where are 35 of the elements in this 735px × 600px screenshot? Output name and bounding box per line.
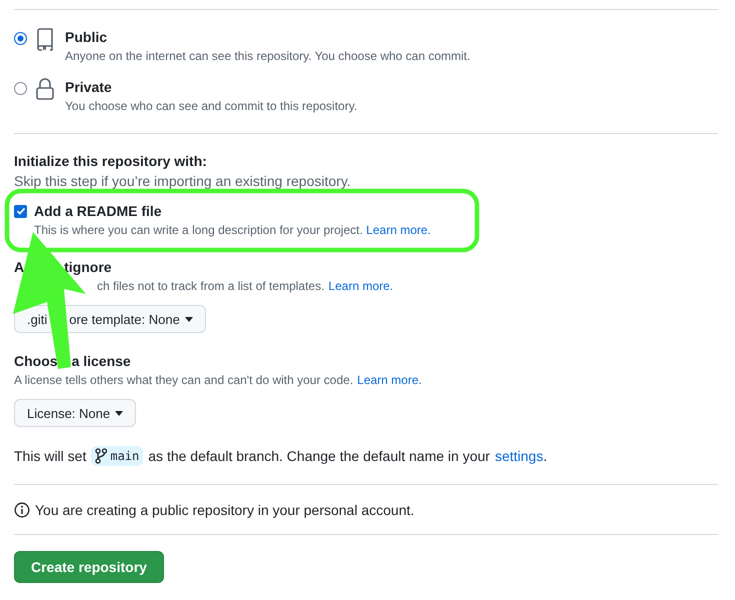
- info-icon: [14, 502, 30, 518]
- period-text: .: [543, 448, 548, 464]
- section-title: Choos: [14, 352, 58, 371]
- option-description: Anyone on the internet can see this repository. You choose who can commit.: [65, 48, 470, 65]
- checkbox[interactable]: [14, 204, 27, 218]
- section-title: a license: [72, 352, 131, 371]
- learn-more-link[interactable]: Learn more.: [366, 223, 431, 237]
- section-description: A license tells others what they can and can't do with your code.: [14, 372, 354, 389]
- note-text: This will set: [14, 448, 86, 464]
- settings-link[interactable]: settings: [494, 448, 544, 464]
- radio-button[interactable]: [14, 32, 27, 45]
- caret-icon: [115, 410, 124, 416]
- lock-icon: [35, 77, 55, 101]
- info-text: You are creating a public repository in your personal account.: [35, 502, 414, 518]
- create-repository-button[interactable]: Create repository: [14, 551, 164, 583]
- note-text: as the default branch. Change the default name in your: [148, 448, 490, 464]
- option-title: Public: [65, 28, 108, 47]
- book-icon: [35, 27, 55, 51]
- learn-more-link[interactable]: Learn more.: [357, 371, 422, 389]
- dropdown-button[interactable]: License: None: [14, 399, 136, 427]
- check-icon: [16, 206, 26, 216]
- section-description: ch files not to track from a list of templates.: [97, 278, 324, 295]
- option-description: This is where you can write a long description for your project.: [34, 223, 363, 237]
- section-hint: Skip this step if you’re importing an existing repository.: [14, 172, 352, 191]
- branch-name: main: [110, 449, 140, 463]
- section-title: tignore: [64, 258, 112, 277]
- section-title: A: [14, 258, 24, 277]
- checkbox-label: Add a README file: [34, 202, 162, 221]
- learn-more-link[interactable]: Learn more.: [328, 277, 394, 295]
- option-title: Private: [65, 78, 113, 97]
- radio-button[interactable]: [14, 82, 27, 95]
- caret-icon: [184, 316, 193, 322]
- branch-icon: [95, 448, 108, 464]
- option-description: You choose who can see and commit to this repository.: [65, 98, 358, 115]
- section-title: Initialize this repository with:: [14, 152, 208, 171]
